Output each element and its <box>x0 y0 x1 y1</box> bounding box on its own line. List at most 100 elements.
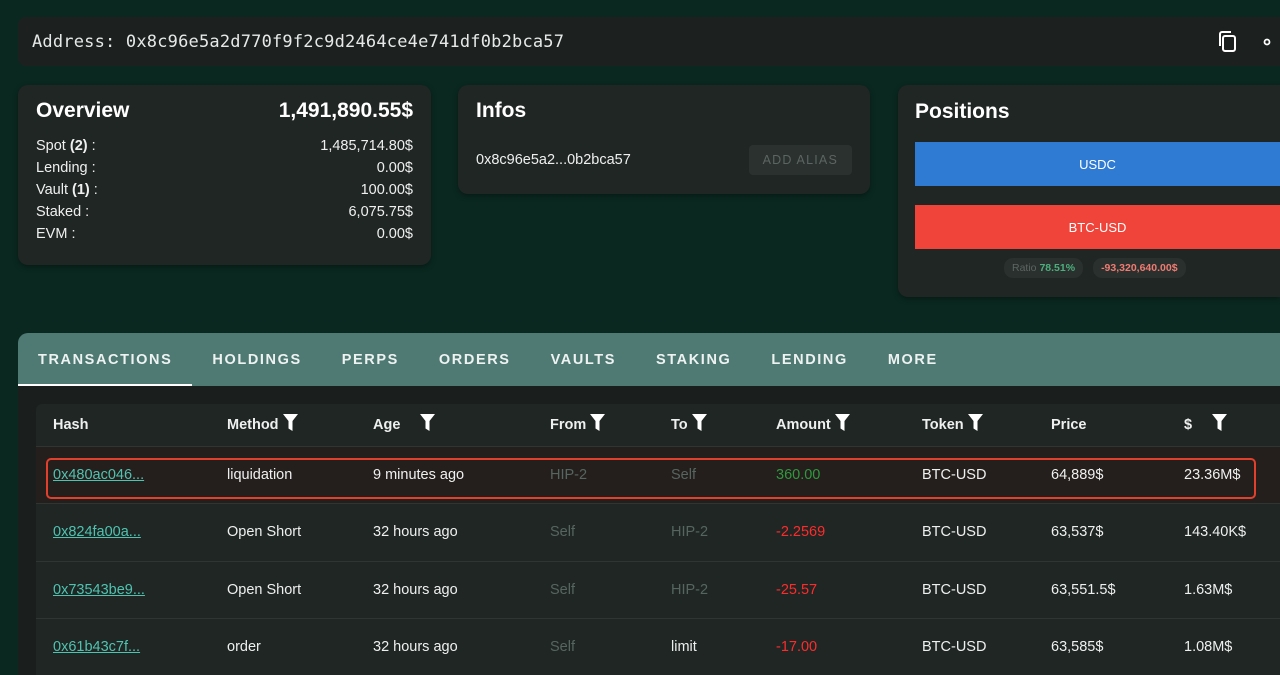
tab-perps[interactable]: PERPS <box>322 333 419 386</box>
column-header: From <box>533 404 654 447</box>
overview-row: EVM : 0.00$ <box>36 223 413 245</box>
table-row[interactable]: 0x480ac046... liquidation 9 minutes ago HIP… <box>36 446 1280 504</box>
column-header: Amount <box>759 404 905 447</box>
ratio-pill: Ratio 78.51% <box>1004 258 1084 278</box>
hash-link[interactable]: 0x61b43c7f... <box>53 639 140 655</box>
positions-card: Positions USDC BTC-USD Ratio 78.51% -93,… <box>898 85 1280 297</box>
overview-row-label: Spot (2) : <box>36 138 96 154</box>
cell-value: 63,551.5$ <box>1051 581 1116 598</box>
column-header-label: From <box>550 416 587 433</box>
tab-transactions[interactable]: TRANSACTIONS <box>18 333 193 386</box>
overview-row: Staked : 6,075.75$ <box>36 201 413 223</box>
table-row[interactable]: 0x824fa00a... Open Short 32 hours ago Self H… <box>36 503 1280 562</box>
column-header: Token <box>905 404 1034 447</box>
hash-link[interactable]: 0x480ac046... <box>53 467 144 483</box>
cell-age: 32 hours ago <box>356 618 533 675</box>
filter-icon[interactable] <box>1212 414 1228 435</box>
cell-hash[interactable]: 0x61b43c7f... <box>36 618 210 675</box>
add-alias-button[interactable]: ADD ALIAS <box>748 145 852 175</box>
tab-more[interactable]: MORE <box>868 333 958 386</box>
filter-icon[interactable] <box>282 414 298 435</box>
hash-link[interactable]: 0x824fa00a... <box>53 524 141 540</box>
overview-row-value: 100.00$ <box>360 182 413 198</box>
cell-from: Self <box>533 503 654 562</box>
tab-staking[interactable]: STAKING <box>636 333 751 386</box>
cell-value: 23.36M$ <box>1184 466 1241 483</box>
cell-value: 1.08M$ <box>1184 639 1233 656</box>
column-header: Hash <box>36 404 210 447</box>
filter-icon[interactable] <box>420 414 436 435</box>
cell-method: order <box>210 618 356 675</box>
position-usdc-bar[interactable]: USDC <box>915 142 1280 186</box>
hash-link[interactable]: 0x73543be9... <box>53 582 145 598</box>
share-icon[interactable] <box>1252 27 1280 57</box>
filter-icon[interactable] <box>967 414 983 435</box>
cell-method: Open Short <box>210 561 356 619</box>
address-bar: Address: 0x8c96e5a2d770f9f2c9d2464ce4e74… <box>18 17 1280 66</box>
filter-icon[interactable] <box>590 414 606 435</box>
cell-value: BTC-USD <box>922 581 987 598</box>
cell-to: HIP-2 <box>654 503 759 562</box>
address-text: Address: 0x8c96e5a2d770f9f2c9d2464ce4e74… <box>32 31 565 52</box>
cell-value: Self <box>550 581 575 598</box>
cell-age: 32 hours ago <box>356 561 533 619</box>
copy-icon[interactable] <box>1214 27 1242 57</box>
position-btc-bar[interactable]: BTC-USD <box>915 205 1280 249</box>
overview-card: Overview 1,491,890.55$ Spot (2) : 1,485,7… <box>18 85 431 265</box>
table-row[interactable]: 0x73543be9... Open Short 32 hours ago Self H… <box>36 561 1280 619</box>
cell-value: 32 hours ago <box>373 524 458 541</box>
column-header: $ <box>1167 404 1280 447</box>
cell-value: Self <box>550 524 575 541</box>
tab-lending[interactable]: LENDING <box>751 333 867 386</box>
cell-value: BTC-USD <box>922 524 987 541</box>
filter-icon[interactable] <box>834 414 850 435</box>
cell-method: Open Short <box>210 503 356 562</box>
cell-hash[interactable]: 0x73543be9... <box>36 561 210 619</box>
cell-method: liquidation <box>210 446 356 504</box>
cell-value: HIP-2 <box>550 466 588 483</box>
overview-row: Lending : 0.00$ <box>36 157 413 179</box>
cell-usd: 1.63M$ <box>1167 561 1280 619</box>
overview-row-label: EVM : <box>36 226 76 242</box>
tab-vaults[interactable]: VAULTS <box>531 333 636 386</box>
cell-value: BTC-USD <box>922 639 987 656</box>
filter-icon[interactable] <box>691 414 707 435</box>
tab-holdings[interactable]: HOLDINGS <box>192 333 321 386</box>
cell-hash[interactable]: 0x824fa00a... <box>36 503 210 562</box>
infos-title: Infos <box>476 99 527 122</box>
overview-row-label: Vault (1) : <box>36 182 98 198</box>
tab-orders[interactable]: ORDERS <box>419 333 531 386</box>
cell-value: Self <box>671 466 696 483</box>
cell-amount: 360.00 <box>759 446 905 504</box>
cell-amount: -25.57 <box>759 561 905 619</box>
overview-row-label: Staked : <box>36 204 90 220</box>
cell-token: BTC-USD <box>905 561 1034 619</box>
cell-value: -2.2569 <box>776 524 826 541</box>
cell-usd: 23.36M$ <box>1167 446 1280 504</box>
cell-value: -25.57 <box>776 581 818 598</box>
positions-title: Positions <box>915 100 1010 123</box>
cell-price: 64,889$ <box>1034 446 1167 504</box>
overview-row-label: Lending : <box>36 160 96 176</box>
column-header: To <box>654 404 759 447</box>
cell-from: HIP-2 <box>533 446 654 504</box>
ratio-value: 78.51% <box>1039 262 1076 274</box>
column-header-label: Token <box>922 416 964 433</box>
cell-value: 64,889$ <box>1051 466 1104 483</box>
cell-value: Self <box>550 639 575 656</box>
tab-bar: TRANSACTIONS HOLDINGS PERPS ORDERS VAULTS STA… <box>18 333 1280 386</box>
column-header: Method <box>210 404 356 447</box>
infos-card: Infos 0x8c96e5a2...0b2bca57 ADD ALIAS <box>458 85 870 194</box>
table-header-row: Hash Method Age From To Amount Token Price $ <box>36 404 1280 447</box>
cell-value: Open Short <box>227 524 302 541</box>
cell-value: 9 minutes ago <box>373 466 465 483</box>
overview-row-value: 6,075.75$ <box>348 204 413 220</box>
cell-to: limit <box>654 618 759 675</box>
table-row[interactable]: 0x61b43c7f... order 32 hours ago Self limit -… <box>36 618 1280 675</box>
overview-title: Overview <box>36 99 130 122</box>
column-header-label: Hash <box>53 416 89 433</box>
cell-value: 32 hours ago <box>373 581 458 598</box>
overview-row: Vault (1) : 100.00$ <box>36 179 413 201</box>
cell-hash[interactable]: 0x480ac046... <box>36 446 210 504</box>
overview-row-value: 0.00$ <box>376 226 413 242</box>
